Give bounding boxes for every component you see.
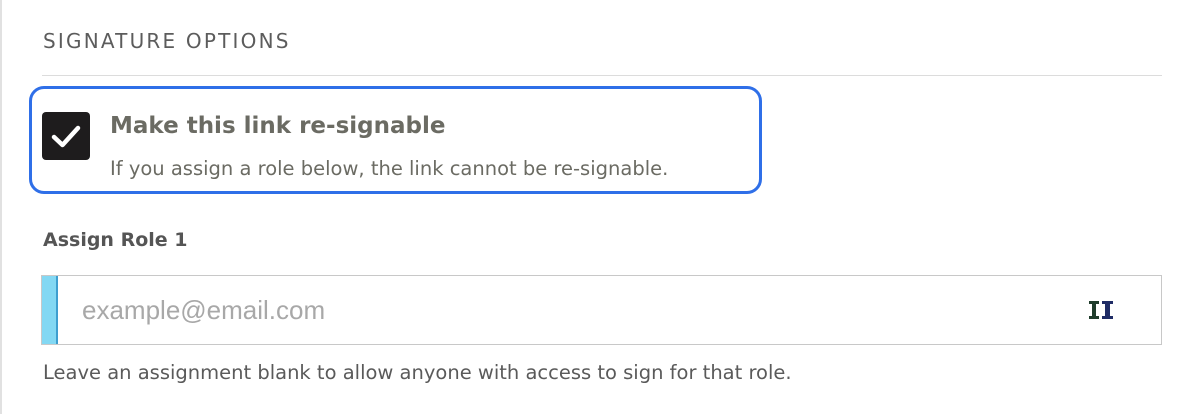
resignable-help-text: If you assign a role below, the link can… [110,157,669,180]
section-divider [42,75,1162,76]
section-title: SIGNATURE OPTIONS [43,29,291,53]
assign-role-email-input[interactable] [58,276,1058,344]
password-manager-icon[interactable] [1088,300,1114,320]
panel-left-border [0,0,2,414]
assign-role-label: Assign Role 1 [43,229,188,251]
checkmark-icon [51,125,81,148]
resignable-label[interactable]: Make this link re-signable [110,113,445,139]
resignable-checkbox[interactable] [42,112,90,160]
assign-role-hint: Leave an assignment blank to allow anyon… [43,361,792,384]
assign-role-email-field [41,275,1162,345]
input-focus-accent [42,276,58,344]
